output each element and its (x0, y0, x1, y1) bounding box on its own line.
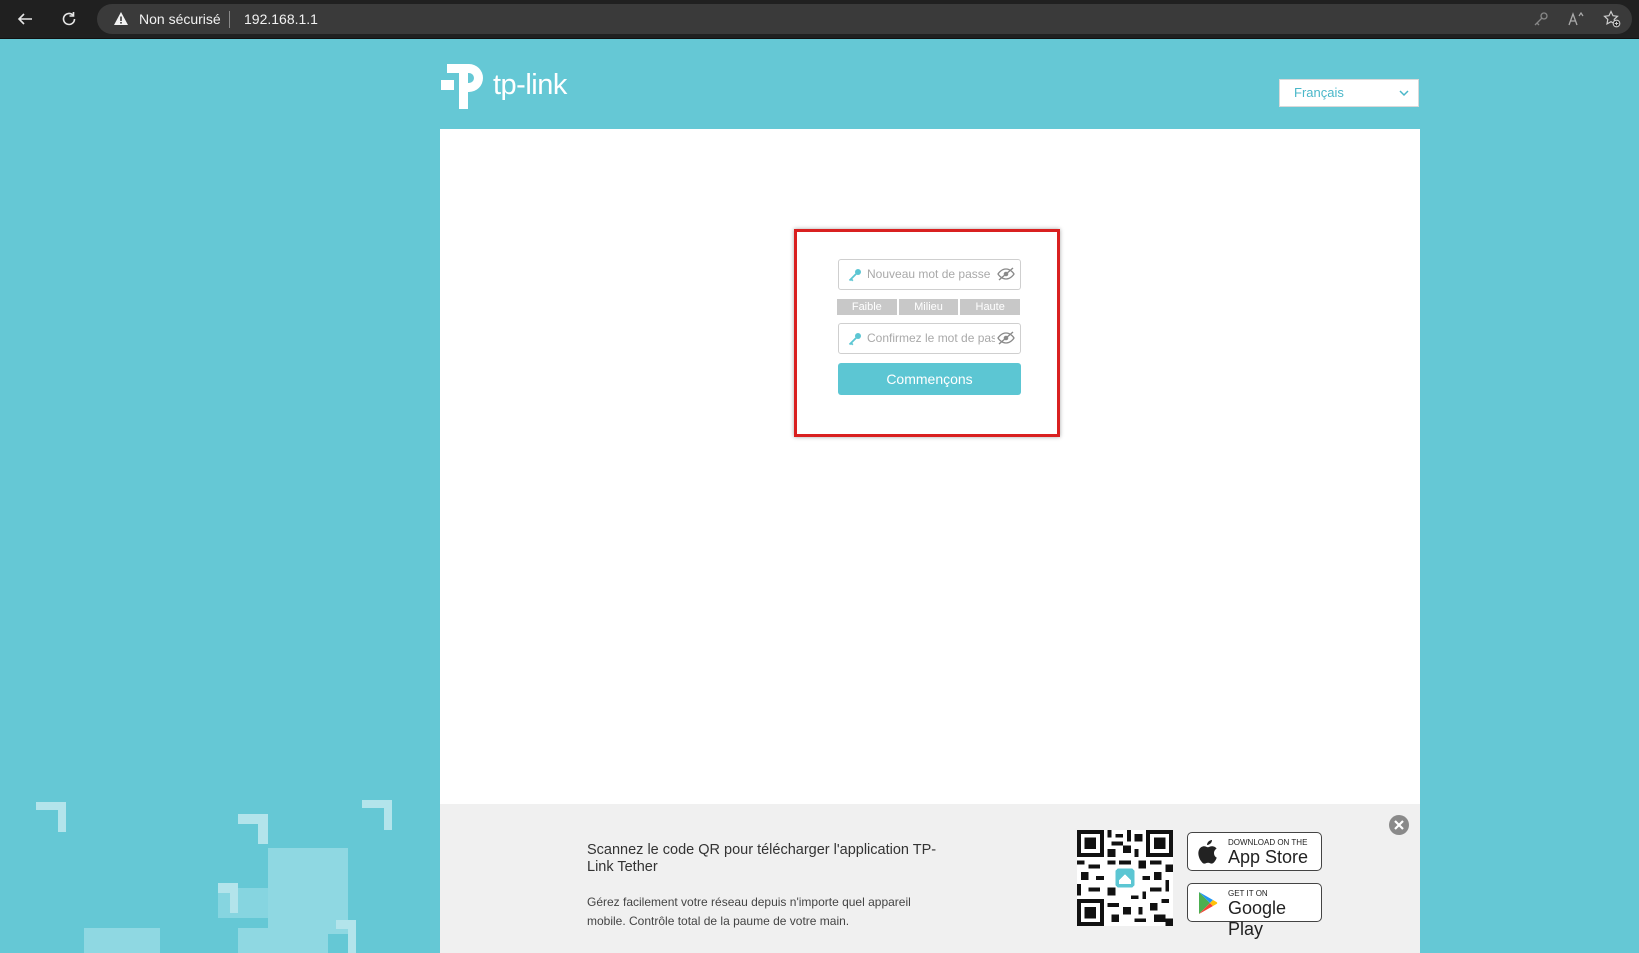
language-select[interactable]: Français (1279, 79, 1419, 107)
start-button[interactable]: Commençons (838, 363, 1021, 395)
new-password-field[interactable] (838, 259, 1021, 290)
eye-slash-icon[interactable] (997, 331, 1015, 345)
google-play-label: Google Play (1228, 898, 1287, 939)
back-arrow-icon (17, 13, 32, 25)
strength-weak: Faible (837, 299, 897, 315)
tp-link-logo-mark-icon (441, 64, 483, 109)
app-store-button[interactable]: DOWNLOAD ON THE App Store (1187, 832, 1322, 871)
security-label[interactable]: Non sécurisé (139, 11, 221, 27)
close-footer-button[interactable] (1389, 815, 1409, 835)
promo-title: Scannez le code QR pour télécharger l'ap… (587, 842, 937, 875)
key-icon (848, 269, 861, 282)
app-store-small-text: DOWNLOAD ON THE (1228, 838, 1308, 847)
promo-description: Gérez facilement votre réseau depuis n'i… (587, 895, 911, 928)
strength-medium: Milieu (898, 299, 959, 315)
password-key-icon[interactable] (1531, 9, 1551, 29)
apple-icon (1198, 840, 1217, 864)
close-icon (1394, 820, 1404, 830)
strength-high: Haute (960, 299, 1021, 315)
logo-text: tp-link (493, 68, 567, 101)
decorative-pattern (36, 800, 392, 953)
url-text[interactable]: 192.168.1.1 (244, 11, 318, 27)
refresh-button[interactable] (54, 4, 84, 34)
tp-link-logo[interactable]: tp-link (439, 60, 567, 110)
chevron-down-icon (1399, 90, 1409, 97)
warning-icon (114, 12, 128, 25)
browser-toolbar: Non sécurisé 192.168.1.1 (0, 0, 1639, 39)
key-icon (848, 333, 861, 346)
address-bar[interactable]: Non sécurisé 192.168.1.1 (97, 4, 1632, 34)
confirm-password-field[interactable] (838, 323, 1021, 354)
back-button[interactable] (10, 4, 40, 34)
app-store-label: App Store (1228, 847, 1309, 867)
google-play-button[interactable]: GET IT ON Google Play (1187, 883, 1322, 939)
app-promo-footer: Scannez le code QR pour télécharger l'ap… (440, 804, 1420, 953)
eye-slash-icon[interactable] (997, 267, 1015, 281)
refresh-icon (62, 12, 76, 26)
qr-code-icon (1077, 830, 1173, 926)
google-play-small-text: GET IT ON (1228, 889, 1268, 898)
new-password-input[interactable] (867, 265, 995, 283)
google-play-icon (1199, 892, 1218, 914)
read-aloud-icon[interactable] (1566, 9, 1586, 29)
address-separator (229, 11, 230, 28)
language-value: Français (1294, 85, 1344, 100)
password-strength-meter: Faible Milieu Haute (837, 299, 1021, 315)
add-favorite-icon[interactable] (1602, 9, 1622, 29)
confirm-password-input[interactable] (867, 329, 995, 347)
